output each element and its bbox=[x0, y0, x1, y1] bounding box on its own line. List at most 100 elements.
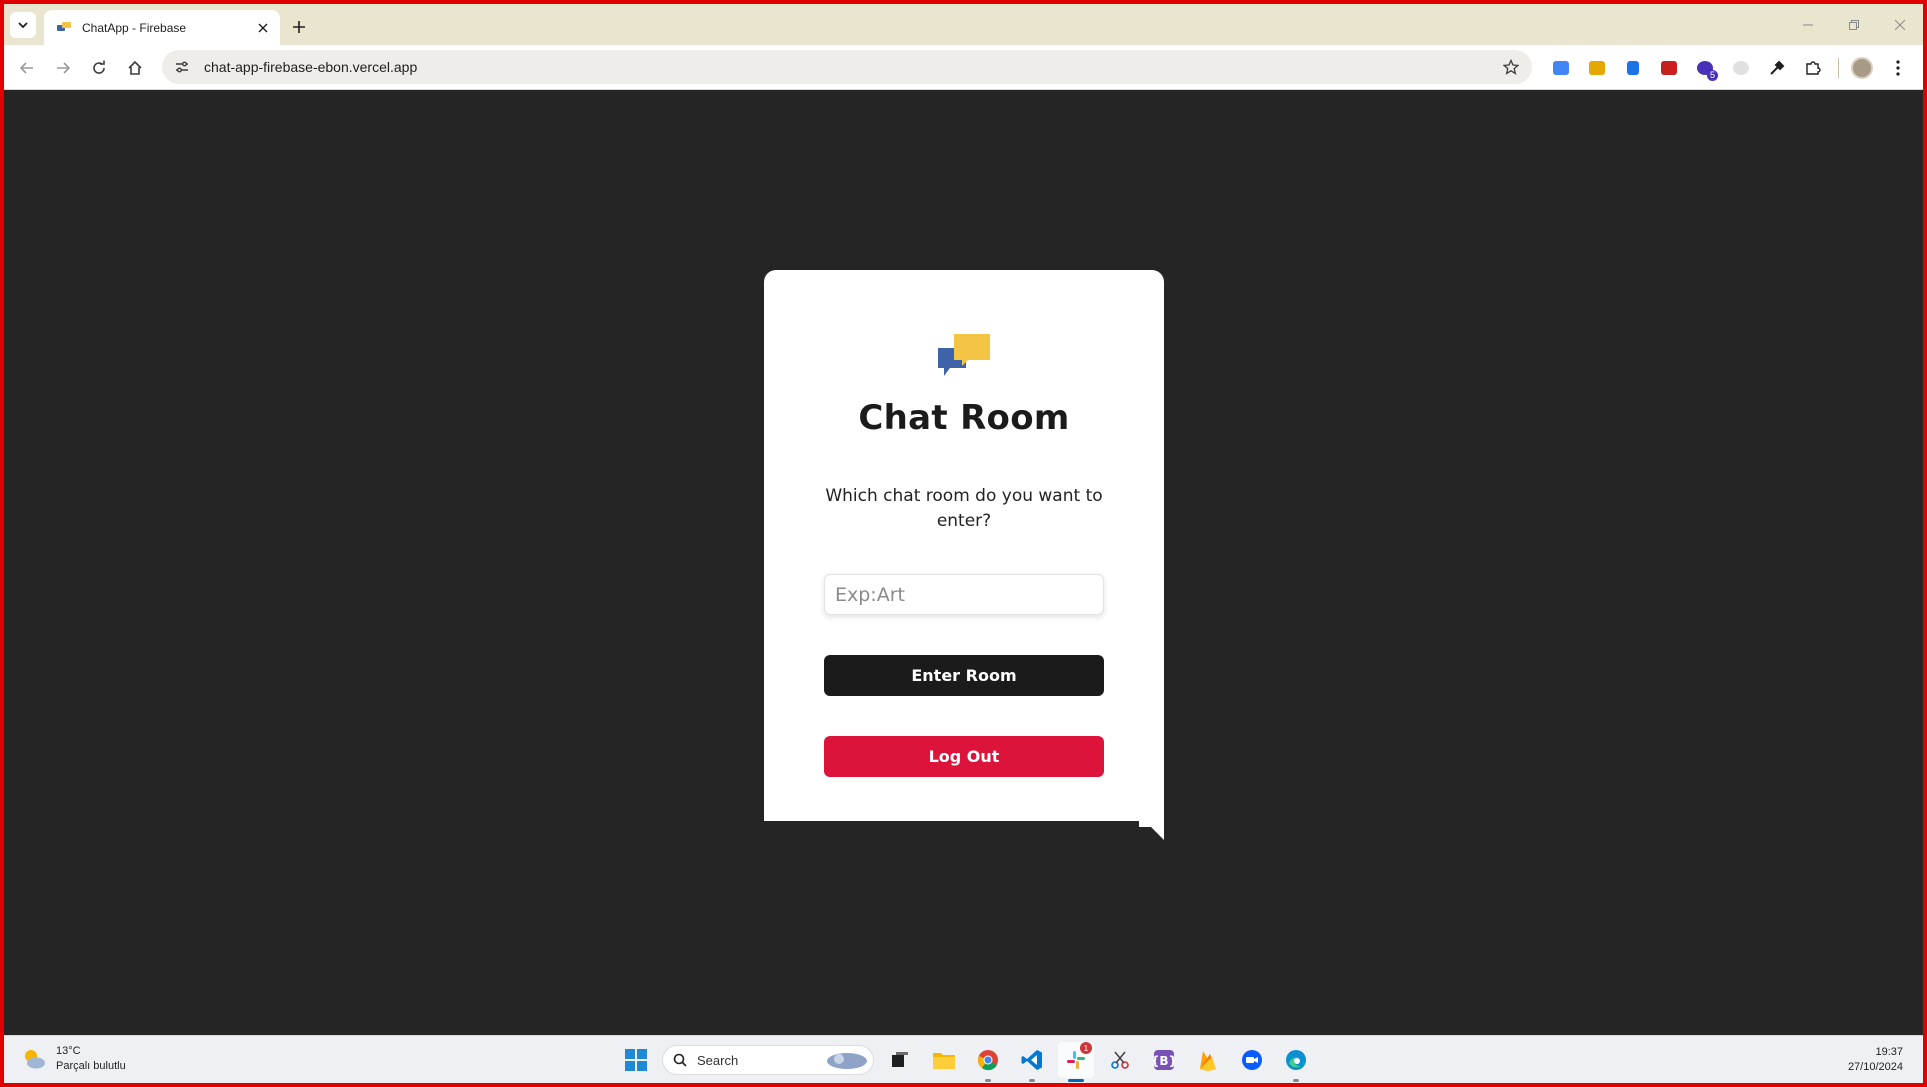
reload-icon bbox=[93, 60, 105, 74]
scissors-icon bbox=[1111, 1051, 1129, 1069]
task-view-button[interactable] bbox=[882, 1042, 918, 1078]
search-label: Search bbox=[697, 1052, 739, 1068]
clock-date: 27/10/2024 bbox=[1847, 1061, 1903, 1073]
chrome-icon bbox=[978, 1050, 998, 1071]
arrow-right-icon bbox=[57, 62, 71, 74]
bookmark-button[interactable] bbox=[1502, 58, 1520, 76]
menu-button[interactable] bbox=[1885, 55, 1911, 81]
chat-favicon-icon bbox=[57, 21, 71, 31]
extensions-area: 5 bbox=[1548, 55, 1921, 81]
tab-close-button[interactable] bbox=[254, 19, 272, 37]
close-icon bbox=[258, 23, 268, 32]
address-bar[interactable]: chat-app-firebase-ebon.vercel.app bbox=[162, 50, 1532, 84]
arrow-left-icon bbox=[19, 62, 33, 74]
extension-gray-icon-glyph bbox=[1733, 61, 1749, 75]
minimize-icon bbox=[1803, 24, 1813, 25]
speech-tail-shape bbox=[1139, 757, 1164, 840]
toolbar-divider bbox=[1838, 58, 1839, 78]
bootstrap-app[interactable]: {B} bbox=[1146, 1042, 1182, 1078]
snipping-tool-app[interactable] bbox=[1102, 1042, 1138, 1078]
taskbar-apps: Search 1 B bbox=[618, 1042, 1322, 1082]
start-button[interactable] bbox=[618, 1042, 654, 1078]
task-view-icon bbox=[892, 1052, 908, 1067]
extension-yellow-icon-glyph bbox=[1589, 61, 1605, 75]
search-highlight-icon bbox=[827, 1053, 867, 1069]
site-settings-icon[interactable] bbox=[174, 59, 190, 75]
extension-gray-icon[interactable] bbox=[1728, 55, 1754, 81]
vscode-icon bbox=[1021, 1050, 1042, 1070]
eyedropper-icon-glyph bbox=[1770, 60, 1785, 75]
edge-icon bbox=[1286, 1050, 1306, 1070]
kebab-menu-icon bbox=[1896, 60, 1900, 76]
chevron-down-icon bbox=[18, 22, 28, 29]
home-button[interactable] bbox=[122, 55, 148, 81]
edge-app[interactable] bbox=[1278, 1042, 1314, 1082]
clock-time: 19:37 bbox=[1875, 1046, 1903, 1058]
running-indicator bbox=[985, 1079, 991, 1082]
calendar-icon[interactable] bbox=[1656, 55, 1682, 81]
reload-button[interactable] bbox=[86, 55, 112, 81]
new-tab-button[interactable] bbox=[288, 16, 310, 38]
restore-button[interactable] bbox=[1831, 4, 1877, 45]
system-clock[interactable]: 19:37 27/10/2024 bbox=[1848, 1045, 1903, 1075]
puzzle-icon[interactable] bbox=[1800, 55, 1826, 81]
close-icon bbox=[1895, 19, 1905, 30]
restore-icon bbox=[1849, 19, 1859, 30]
zoom-icon bbox=[1242, 1050, 1262, 1070]
vscode-app[interactable] bbox=[1014, 1042, 1050, 1082]
page-viewport: Chat Room Which chat room do you want to… bbox=[4, 90, 1923, 1035]
profile-avatar[interactable] bbox=[1851, 57, 1873, 79]
folder-icon bbox=[933, 1053, 955, 1069]
taskbar-search[interactable]: Search bbox=[662, 1045, 874, 1075]
extension-badge: 5 bbox=[1706, 70, 1718, 81]
room-question: Which chat room do you want to enter? bbox=[825, 486, 1103, 531]
reader-icon-glyph bbox=[1627, 61, 1639, 75]
eyedropper-icon[interactable] bbox=[1764, 55, 1790, 81]
plus-icon bbox=[293, 21, 305, 33]
close-window-button[interactable] bbox=[1877, 4, 1923, 45]
page-title: Chat Room bbox=[858, 398, 1070, 438]
tab-search-button[interactable] bbox=[10, 12, 36, 38]
tab-title: ChatApp - Firebase bbox=[82, 20, 187, 35]
google-translate-icon[interactable] bbox=[1548, 55, 1574, 81]
firebase-icon bbox=[1200, 1051, 1216, 1071]
weather-temp: 13°C bbox=[56, 1045, 81, 1057]
puzzle-icon-glyph bbox=[1806, 61, 1821, 75]
chat-bubbles-logo-icon bbox=[938, 334, 990, 376]
svg-text:{B}: {B} bbox=[1153, 1054, 1175, 1068]
tab-strip: ChatApp - Firebase bbox=[4, 4, 1923, 45]
back-button[interactable] bbox=[14, 55, 40, 81]
weather-condition: Parçalı bulutlu bbox=[56, 1060, 126, 1072]
star-icon bbox=[1503, 59, 1519, 75]
windows-logo-icon bbox=[625, 1049, 647, 1071]
forward-button[interactable] bbox=[50, 55, 76, 81]
weather-widget[interactable]: 13°C Parçalı bulutlu bbox=[20, 1044, 126, 1074]
url-text: chat-app-firebase-ebon.vercel.app bbox=[204, 59, 418, 75]
weather-text-block: 13°C Parçalı bulutlu bbox=[56, 1044, 126, 1074]
enter-room-button[interactable]: Enter Room bbox=[824, 655, 1104, 696]
bootstrap-icon: {B} bbox=[1153, 1050, 1175, 1070]
window-controls bbox=[1785, 4, 1923, 45]
calendar-icon-glyph bbox=[1661, 61, 1677, 75]
minimize-button[interactable] bbox=[1785, 4, 1831, 45]
chat-room-card: Chat Room Which chat room do you want to… bbox=[764, 270, 1164, 821]
notification-badge: 1 bbox=[1080, 1042, 1092, 1054]
windows-taskbar: 13°C Parçalı bulutlu Search 1 B 19:37 27… bbox=[4, 1035, 1923, 1083]
logout-button[interactable]: Log Out bbox=[824, 736, 1104, 777]
slack-app[interactable]: 1 bbox=[1058, 1042, 1094, 1082]
zoom-app[interactable] bbox=[1234, 1042, 1270, 1078]
firebase-app[interactable] bbox=[1190, 1042, 1226, 1078]
google-translate-icon-glyph bbox=[1553, 61, 1569, 75]
reader-icon[interactable] bbox=[1620, 55, 1646, 81]
partly-cloudy-icon bbox=[25, 1050, 45, 1069]
file-explorer-app[interactable] bbox=[926, 1042, 962, 1078]
chrome-app[interactable] bbox=[970, 1042, 1006, 1082]
browser-tab-active[interactable]: ChatApp - Firebase bbox=[44, 10, 280, 45]
extension-purple-icon[interactable]: 5 bbox=[1692, 55, 1718, 81]
running-indicator bbox=[1029, 1079, 1035, 1082]
browser-toolbar: chat-app-firebase-ebon.vercel.app 5 bbox=[4, 45, 1923, 90]
home-icon bbox=[128, 60, 142, 75]
extension-yellow-icon[interactable] bbox=[1584, 55, 1610, 81]
active-indicator bbox=[1068, 1079, 1084, 1082]
room-name-input[interactable] bbox=[824, 574, 1104, 615]
